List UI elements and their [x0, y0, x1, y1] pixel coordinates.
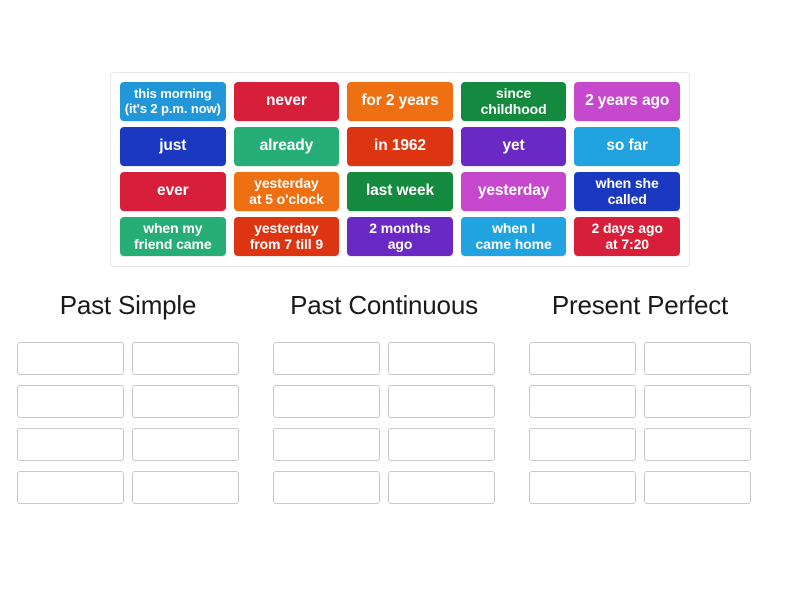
drop-slot[interactable]: [273, 385, 380, 418]
category-column-past-continuous: Past Continuous: [256, 290, 512, 509]
drop-slot[interactable]: [132, 342, 239, 375]
drop-slot[interactable]: [17, 342, 124, 375]
drop-slot[interactable]: [529, 428, 636, 461]
drop-slot[interactable]: [529, 342, 636, 375]
word-tile[interactable]: last week: [347, 172, 453, 211]
drop-slot[interactable]: [17, 385, 124, 418]
tile-row: when my friend came yesterday from 7 till …: [116, 214, 684, 259]
word-tile[interactable]: since childhood: [460, 82, 567, 121]
tile-pool: this morning (it's 2 p.m. now) never for …: [110, 72, 690, 267]
drop-slot[interactable]: [17, 471, 124, 504]
category-column-past-simple: Past Simple: [0, 290, 256, 509]
drop-slot[interactable]: [17, 428, 124, 461]
drop-slot[interactable]: [644, 385, 751, 418]
category-column-present-perfect: Present Perfect: [512, 290, 768, 509]
drop-slot[interactable]: [644, 471, 751, 504]
word-tile[interactable]: already: [233, 127, 340, 166]
category-title: Present Perfect: [551, 290, 729, 320]
drop-slot[interactable]: [273, 471, 380, 504]
word-tile[interactable]: yet: [460, 127, 567, 166]
drop-slot[interactable]: [644, 342, 751, 375]
word-tile[interactable]: yesterday from 7 till 9: [233, 217, 340, 256]
group-sort-activity: this morning (it's 2 p.m. now) never for …: [0, 0, 800, 600]
word-tile[interactable]: in 1962: [347, 127, 453, 166]
word-tile[interactable]: ever: [120, 172, 226, 211]
drop-slot[interactable]: [132, 385, 239, 418]
tile-row: just already in 1962 yet so far: [116, 124, 684, 169]
drop-slot[interactable]: [132, 428, 239, 461]
word-tile[interactable]: when my friend came: [120, 217, 226, 256]
word-tile[interactable]: when Icame home: [460, 217, 567, 256]
tile-row: this morning (it's 2 p.m. now) never for …: [116, 79, 684, 124]
word-tile[interactable]: 2 months ago: [347, 217, 453, 256]
drop-slot-grid: [520, 337, 760, 509]
drop-slot[interactable]: [388, 385, 495, 418]
category-title: Past Simple: [59, 290, 197, 320]
drop-slot[interactable]: [273, 342, 380, 375]
word-tile[interactable]: this morning (it's 2 p.m. now): [120, 82, 226, 121]
word-tile[interactable]: 2 days ago at 7:20: [574, 217, 680, 256]
category-columns: Past Simple Past Continuous Present Perf…: [0, 290, 800, 509]
drop-slot[interactable]: [388, 342, 495, 375]
drop-slot-grid: [264, 337, 504, 509]
word-tile[interactable]: 2 years ago: [574, 82, 680, 121]
word-tile[interactable]: for 2 years: [347, 82, 453, 121]
word-tile[interactable]: so far: [574, 127, 680, 166]
word-tile[interactable]: yesterday at 5 o'clock: [233, 172, 340, 211]
tile-row: ever yesterday at 5 o'clock last week yes…: [116, 169, 684, 214]
drop-slot-grid: [8, 337, 248, 509]
word-tile[interactable]: just: [120, 127, 226, 166]
drop-slot[interactable]: [644, 428, 751, 461]
drop-slot[interactable]: [529, 471, 636, 504]
word-tile[interactable]: never: [233, 82, 340, 121]
drop-slot[interactable]: [388, 428, 495, 461]
category-title: Past Continuous: [290, 290, 478, 320]
drop-slot[interactable]: [388, 471, 495, 504]
word-tile[interactable]: yesterday: [460, 172, 567, 211]
drop-slot[interactable]: [529, 385, 636, 418]
drop-slot[interactable]: [132, 471, 239, 504]
drop-slot[interactable]: [273, 428, 380, 461]
word-tile[interactable]: when she called: [574, 172, 680, 211]
